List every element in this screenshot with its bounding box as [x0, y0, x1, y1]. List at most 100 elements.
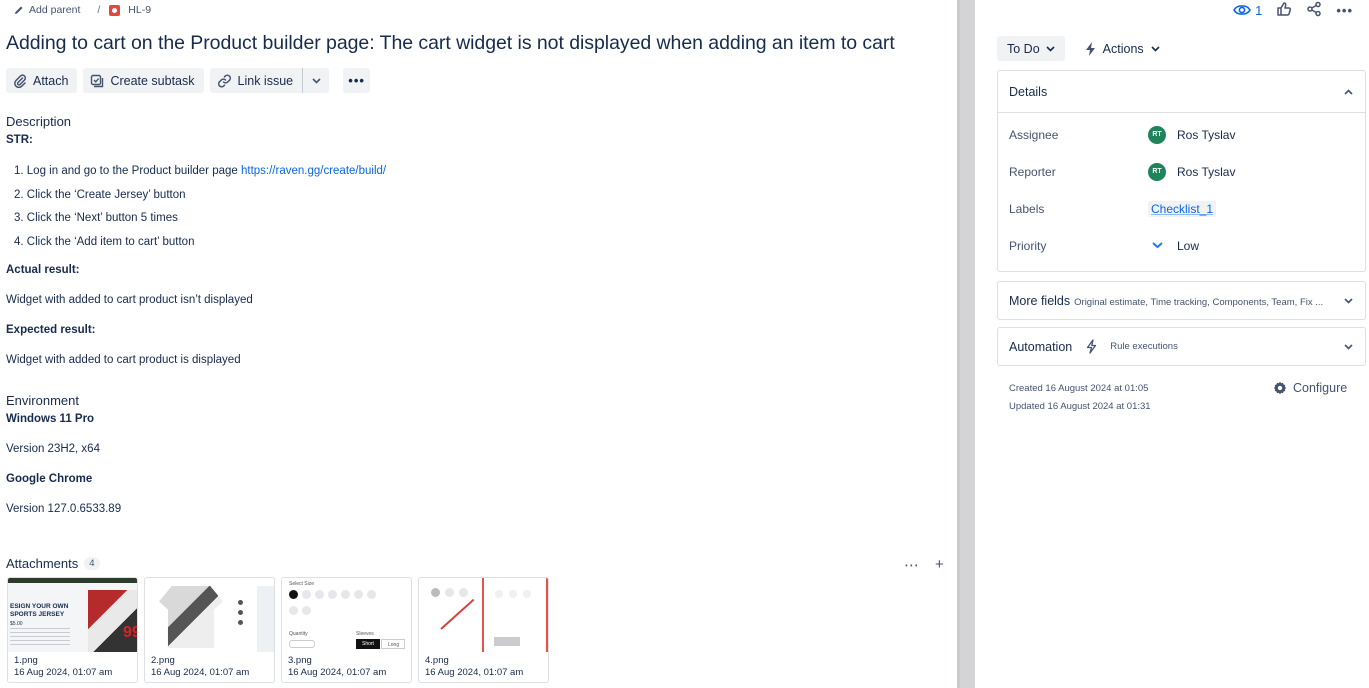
- annotation-line: [482, 578, 484, 652]
- watch-button[interactable]: 1: [1233, 3, 1262, 18]
- link-issue-label: Link issue: [237, 73, 294, 88]
- preview-long-label: Long: [388, 642, 400, 648]
- environment-heading: Environment: [6, 393, 79, 408]
- preview-price: $5.00: [10, 621, 23, 627]
- attachment-card[interactable]: ESIGN YOUR OWN SPORTS JERSEY $5.00 99 1.…: [7, 577, 138, 683]
- build-page-link[interactable]: https://raven.gg/create/build/: [241, 165, 386, 177]
- chevron-down-icon: [1151, 45, 1160, 52]
- more-fields-header: More fields Original estimate, Time track…: [998, 282, 1365, 319]
- attachments-heading: Attachments: [6, 556, 79, 571]
- more-icon[interactable]: •••: [1336, 3, 1353, 18]
- chevron-down-icon: [312, 77, 321, 84]
- attachment-date: 16 Aug 2024, 01:07 am: [288, 667, 387, 678]
- priority-value: Low: [1177, 238, 1200, 253]
- size-options-row2: [289, 606, 311, 615]
- issue-key-link[interactable]: HL-9: [109, 4, 151, 16]
- environment-os: Windows 11 Pro: [6, 413, 95, 425]
- attachment-name: 2.png: [151, 655, 175, 666]
- more-fields-panel[interactable]: More fields Original estimate, Time track…: [997, 281, 1366, 320]
- more-fields-hint: Original estimate, Time tracking, Compon…: [1074, 296, 1324, 308]
- share-icon[interactable]: [1306, 1, 1322, 20]
- preview-qty-label: Quantity: [289, 631, 308, 637]
- preview-short-label: Short: [362, 641, 374, 647]
- chevron-down-icon: [1046, 45, 1055, 52]
- link-issue-dropdown[interactable]: [303, 68, 329, 93]
- created-date: Created 16 August 2024 at 01:05: [1009, 383, 1149, 394]
- label-tag[interactable]: Checklist_1: [1148, 200, 1217, 217]
- issue-top-actions: 1 •••: [1233, 1, 1353, 19]
- assignee-label: Assignee: [1009, 127, 1059, 142]
- attachment-meta: 2.png 16 Aug 2024, 01:07 am: [145, 652, 274, 682]
- configure-label: Configure: [1293, 381, 1348, 395]
- bug-icon: [109, 4, 121, 16]
- description-heading: Description: [6, 114, 72, 129]
- priority-row: Priority Low: [998, 227, 1365, 264]
- issue-sidebar: 1 ••• To Do Actions Details Assignee RT …: [975, 0, 1369, 688]
- thumbs-up-icon[interactable]: [1276, 1, 1292, 20]
- attachment-card[interactable]: Select Size Quantity Sleeves Short Long …: [281, 577, 412, 683]
- add-parent-label: Add parent: [29, 4, 81, 16]
- eye-icon: [1233, 5, 1252, 15]
- preview-long-option: Long: [381, 639, 405, 649]
- attachment-card[interactable]: 2.png 16 Aug 2024, 01:07 am: [144, 577, 275, 683]
- breadcrumb: Add parent / HL-9: [14, 3, 151, 17]
- shirt-image: [159, 586, 223, 648]
- preview-button: [494, 637, 520, 646]
- more-fields-title: More fields Original estimate, Time track…: [1009, 294, 1323, 308]
- status-label: To Do: [1007, 41, 1040, 56]
- preview-qty-stepper: [289, 640, 315, 648]
- preview-heading: ESIGN YOUR OWN SPORTS JERSEY: [10, 603, 69, 618]
- priority-low-icon: [1148, 242, 1166, 249]
- attachment-name: 4.png: [425, 655, 449, 666]
- reporter-field[interactable]: RT Ros Tyslav: [1148, 162, 1235, 181]
- create-subtask-button[interactable]: Create subtask: [83, 68, 204, 93]
- details-panel-header[interactable]: Details: [998, 71, 1365, 112]
- list-item: 3. Click the ‘Next’ button 5 times: [14, 210, 386, 234]
- chevron-down-icon: [1344, 343, 1353, 350]
- actual-result-text: Widget with added to cart product isn’t …: [6, 294, 253, 306]
- expected-result-label: Expected result:: [6, 324, 96, 336]
- status-dropdown[interactable]: To Do: [997, 36, 1065, 61]
- color-dots: [238, 600, 243, 625]
- assignee-name: Ros Tyslav: [1177, 127, 1236, 142]
- panel-resize-handle[interactable]: [957, 0, 975, 688]
- jersey-image: [88, 590, 137, 652]
- attachments-header: Attachments 4: [6, 556, 100, 571]
- environment-browser: Google Chrome: [6, 473, 93, 485]
- automation-panel[interactable]: Automation Rule executions: [997, 327, 1366, 366]
- priority-label: Priority: [1009, 238, 1047, 253]
- labels-row: Labels Checklist_1: [998, 190, 1365, 227]
- configure-button[interactable]: Configure: [1273, 381, 1347, 395]
- step-text: 1. Log in and go to the Product builder …: [14, 165, 241, 177]
- automation-title: Automation Rule executions: [1009, 339, 1178, 354]
- size-options-right: [495, 590, 531, 598]
- lightning-outline-icon: [1087, 339, 1097, 354]
- updated-date: Updated 16 August 2024 at 01:31: [1009, 401, 1151, 412]
- preview-text-lines: [10, 628, 70, 648]
- str-label: STR:: [6, 134, 33, 146]
- step-text: 2. Click the ‘Create Jersey’ button: [14, 188, 186, 201]
- actions-dropdown[interactable]: Actions: [1075, 36, 1170, 61]
- issue-title[interactable]: Adding to cart on the Product builder pa…: [6, 32, 895, 55]
- assignee-field[interactable]: RT Ros Tyslav: [1148, 125, 1236, 144]
- add-attachment-icon[interactable]: +: [935, 556, 944, 574]
- add-parent-link[interactable]: Add parent: [14, 4, 80, 16]
- labels-label: Labels: [1009, 201, 1045, 216]
- details-panel: Details Assignee RT Ros Tyslav Reporter …: [997, 70, 1366, 272]
- subtask-icon: [91, 74, 104, 87]
- watch-count: 1: [1255, 2, 1263, 18]
- more-actions-button[interactable]: •••: [343, 68, 371, 93]
- details-fields: Assignee RT Ros Tyslav Reporter RT Ros T…: [998, 112, 1365, 264]
- reporter-row: Reporter RT Ros Tyslav: [998, 153, 1365, 190]
- priority-field[interactable]: Low: [1148, 239, 1199, 253]
- link-issue-button[interactable]: Link issue: [210, 68, 303, 93]
- attachments-more-icon[interactable]: ⋯: [904, 556, 919, 574]
- annotation-arrow: [440, 598, 475, 630]
- labels-field[interactable]: Checklist_1: [1148, 200, 1217, 217]
- attach-button[interactable]: Attach: [6, 68, 78, 93]
- paperclip-icon: [14, 73, 27, 88]
- attachments-count: 4: [84, 557, 100, 570]
- automation-heading: Automation: [1009, 339, 1073, 354]
- attachment-card[interactable]: 4.png 16 Aug 2024, 01:07 am: [418, 577, 549, 683]
- environment-browser-version: Version 127.0.6533.89: [6, 503, 122, 515]
